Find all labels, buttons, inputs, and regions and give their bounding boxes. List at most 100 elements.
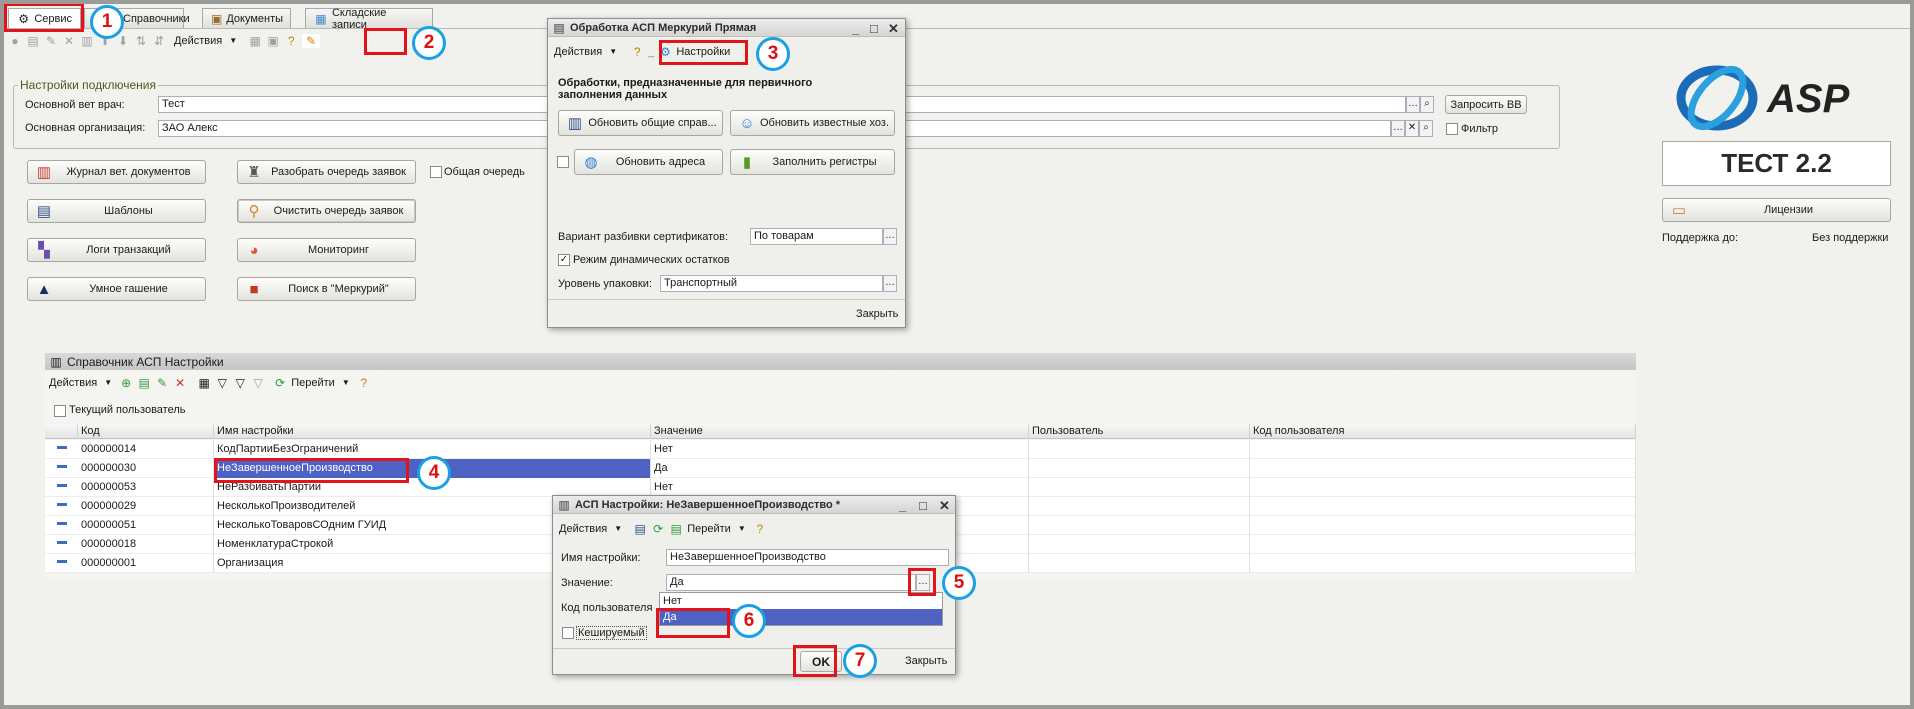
delete-icon[interactable]: ✕ (62, 34, 76, 48)
maximize-icon[interactable]: □ (919, 498, 927, 513)
ref-actions-menu[interactable]: Действия (49, 377, 97, 389)
processing-close-link[interactable]: Закрыть (856, 308, 898, 320)
processing-actions-menu[interactable]: Действия (554, 46, 602, 58)
cell-user[interactable] (1029, 440, 1250, 459)
arrow-down-icon[interactable]: ⬇ (116, 34, 130, 48)
copy-icon[interactable]: ▤ (26, 34, 40, 48)
cert-field[interactable]: По товарам (750, 228, 883, 245)
help-icon[interactable]: ? (357, 376, 371, 390)
smart-button[interactable]: ▲ Умное гашение (27, 277, 206, 301)
tab-documents[interactable]: ▣ Документы (202, 8, 291, 28)
edit-actions-menu[interactable]: Действия (559, 523, 607, 535)
vet-select-button[interactable]: … (1406, 96, 1420, 113)
cell-code[interactable]: 000000053 (78, 478, 214, 497)
col-value[interactable]: Значение (651, 424, 1029, 439)
search-doc-icon[interactable]: ▣ (266, 34, 280, 48)
update-addr-checkbox[interactable] (557, 156, 569, 168)
close-icon[interactable]: ✕ (888, 21, 899, 37)
cell-user[interactable] (1029, 516, 1250, 535)
cell-code[interactable]: 000000018 (78, 535, 214, 554)
cell-value[interactable]: Нет (651, 440, 1029, 459)
cell-user-code[interactable] (1250, 459, 1636, 478)
help-icon[interactable]: ? (753, 522, 767, 536)
tree-icon[interactable]: ▥ (80, 34, 94, 48)
monitoring-button[interactable]: ◕ Мониторинг (237, 238, 416, 262)
pack-select-button[interactable]: … (883, 275, 897, 292)
cell-value[interactable]: Да (651, 459, 1029, 478)
cell-user-code[interactable] (1250, 440, 1636, 459)
cell-code[interactable]: 000000029 (78, 497, 214, 516)
org-search-icon[interactable]: ⌕ (1419, 120, 1433, 137)
cell-user[interactable] (1029, 459, 1250, 478)
copy-icon[interactable]: ▤ (137, 376, 151, 390)
cached-checkbox[interactable] (562, 627, 574, 639)
cell-user[interactable] (1029, 497, 1250, 516)
delete-icon[interactable]: ✕ (173, 376, 187, 390)
minimize-icon[interactable]: _ (899, 498, 906, 513)
edit-value-field[interactable]: Да (666, 574, 916, 591)
update-common-button[interactable]: ▥ Обновить общие справ... (558, 110, 723, 136)
tools-icon[interactable]: ✎ (302, 34, 321, 48)
update-addr-button[interactable]: ◍ Обновить адреса (574, 149, 723, 175)
cell-user-code[interactable] (1250, 497, 1636, 516)
ref-goto-menu[interactable]: Перейти (291, 377, 335, 389)
logs-button[interactable]: ▚ Логи транзакций (27, 238, 206, 262)
edit-close-link[interactable]: Закрыть (905, 655, 947, 667)
add-icon[interactable]: ● (8, 34, 22, 48)
cell-code[interactable]: 000000030 (78, 459, 214, 478)
maximize-icon[interactable]: □ (870, 21, 878, 36)
edit-icon[interactable]: ✎ (44, 34, 58, 48)
journal-button[interactable]: ▥ Журнал вет. документов (27, 160, 206, 184)
current-user-checkbox[interactable] (54, 405, 66, 417)
col-name[interactable]: Имя настройки (214, 424, 651, 439)
add-icon[interactable]: ⊕ (119, 376, 133, 390)
parse-queue-button[interactable]: ♜ Разобрать очередь заявок (237, 160, 416, 184)
org-select-button[interactable]: … (1391, 120, 1405, 137)
cell-code[interactable]: 000000001 (78, 554, 214, 573)
col-user[interactable]: Пользователь (1029, 424, 1250, 439)
edit-goto-menu[interactable]: Перейти (687, 523, 731, 535)
cell-user[interactable] (1029, 478, 1250, 497)
reread-icon[interactable]: ⟳ (651, 522, 665, 536)
common-queue-checkbox[interactable] (430, 166, 442, 178)
col-user-code[interactable]: Код пользователя (1250, 424, 1636, 439)
edit-title-bar[interactable]: ▥ АСП Настройки: НеЗавершенноеПроизводств… (553, 496, 955, 514)
vet-search-icon[interactable]: ⌕ (1420, 96, 1434, 113)
cert-select-button[interactable]: … (883, 228, 897, 245)
cell-user-code[interactable] (1250, 478, 1636, 497)
table-row[interactable]: 000000014 КодПартииБезОграничений Нет (45, 440, 1636, 459)
dynamic-checkbox[interactable]: ✓ (558, 254, 570, 266)
search-mercury-button[interactable]: ■ Поиск в "Меркурий" (237, 277, 416, 301)
cell-code[interactable]: 000000014 (78, 440, 214, 459)
clear-queue-button[interactable]: ⚲ Очистить очередь заявок (237, 199, 416, 223)
templates-button[interactable]: ▤ Шаблоны (27, 199, 206, 223)
close-icon[interactable]: ✕ (939, 498, 950, 514)
edit-name-field[interactable]: НеЗавершенноеПроизводство (666, 549, 949, 566)
update-known-button[interactable]: ☺ Обновить известные хоз. (730, 110, 895, 136)
filter-checkbox[interactable] (1446, 123, 1458, 135)
filter-icon[interactable]: ▦ (197, 376, 211, 390)
copy-icon[interactable]: ▤ (669, 522, 683, 536)
filter-clear-icon[interactable]: ▽ (251, 376, 265, 390)
cell-user-code[interactable] (1250, 554, 1636, 573)
filter-menu-icon[interactable]: ▽ (233, 376, 247, 390)
pack-field[interactable]: Транспортный (660, 275, 883, 292)
col-code[interactable]: Код (78, 424, 214, 439)
cell-user[interactable] (1029, 535, 1250, 554)
request-vv-button[interactable]: Запросить ВВ (1445, 95, 1527, 114)
sort-desc-icon[interactable]: ⇵ (152, 34, 166, 48)
sort-asc-icon[interactable]: ⇅ (134, 34, 148, 48)
cell-user[interactable] (1029, 554, 1250, 573)
actions-menu[interactable]: Действия (174, 35, 222, 47)
help-icon[interactable]: ? (284, 34, 298, 48)
filter-value-icon[interactable]: ▽ (215, 376, 229, 390)
fill-registers-button[interactable]: ▮ Заполнить регистры (730, 149, 895, 175)
save-icon[interactable]: ▤ (633, 522, 647, 536)
cell-user-code[interactable] (1250, 516, 1636, 535)
help-icon[interactable]: ? (630, 45, 644, 59)
licenses-button[interactable]: ▭ Лицензии (1662, 198, 1891, 222)
dropdown-option-no[interactable]: Нет (660, 593, 942, 609)
cell-user-code[interactable] (1250, 535, 1636, 554)
org-clear-icon[interactable]: ✕ (1405, 120, 1419, 137)
filter-icon[interactable]: ▦ (248, 34, 262, 48)
